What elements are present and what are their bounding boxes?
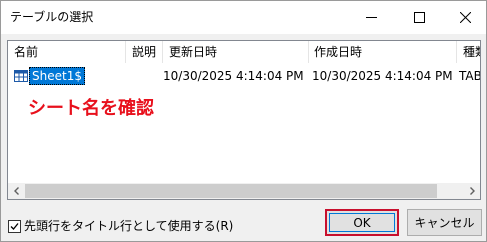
maximize-button[interactable] (396, 1, 442, 34)
scrollbar-thumb[interactable] (25, 184, 437, 198)
first-row-header-label[interactable]: 先頭行をタイトル行として使用する(R) (24, 218, 233, 234)
minimize-icon (365, 17, 377, 18)
close-button[interactable] (442, 1, 487, 34)
minimize-button[interactable] (348, 1, 394, 34)
annotation-check-sheet-name: シート名を確認 (28, 98, 154, 119)
chevron-left-icon (13, 187, 19, 195)
ok-button[interactable]: OK (325, 209, 399, 236)
title-bar: テーブルの選択 (1, 1, 486, 34)
row-modified-cell: 10/30/2025 4:14:04 PM (163, 69, 304, 83)
table-icon (14, 70, 28, 82)
list-header: 名前 説明 更新日時 作成日時 種類 (8, 41, 480, 63)
scroll-left-button[interactable] (8, 183, 25, 199)
column-header-name[interactable]: 名前 (8, 41, 126, 63)
column-header-modified[interactable]: 更新日時 (163, 41, 313, 63)
cancel-button[interactable]: キャンセル (407, 209, 482, 236)
column-header-created[interactable]: 作成日時 (308, 41, 458, 63)
chevron-right-icon (469, 187, 475, 195)
ok-button-label: OK (353, 215, 371, 230)
cancel-button-label: キャンセル (414, 216, 475, 230)
scroll-right-button[interactable] (463, 183, 480, 199)
row-created-cell: 10/30/2025 4:14:04 PM (312, 69, 453, 83)
ok-button-focus: OK (329, 213, 395, 232)
select-table-dialog: テーブルの選択 名前 説明 更新日時 作成日時 種 Sheet1$ 10/30/… (0, 0, 487, 242)
column-header-description[interactable]: 説明 (126, 41, 163, 63)
close-icon (459, 12, 471, 23)
horizontal-scrollbar[interactable] (8, 183, 480, 199)
maximize-icon (413, 12, 425, 23)
dialog-title: テーブルの選択 (10, 10, 94, 24)
table-list[interactable]: 名前 説明 更新日時 作成日時 種類 Sheet1$ 10/30/2025 4:… (7, 40, 481, 200)
column-header-type[interactable]: 種類 (457, 41, 480, 63)
checkmark-icon (10, 223, 19, 230)
row-type-cell: TAB (459, 69, 481, 83)
first-row-header-checkbox[interactable] (8, 220, 21, 233)
row-name-cell[interactable]: Sheet1$ (29, 67, 85, 85)
table-row[interactable]: Sheet1$ 10/30/2025 4:14:04 PM 10/30/2025… (8, 67, 480, 85)
